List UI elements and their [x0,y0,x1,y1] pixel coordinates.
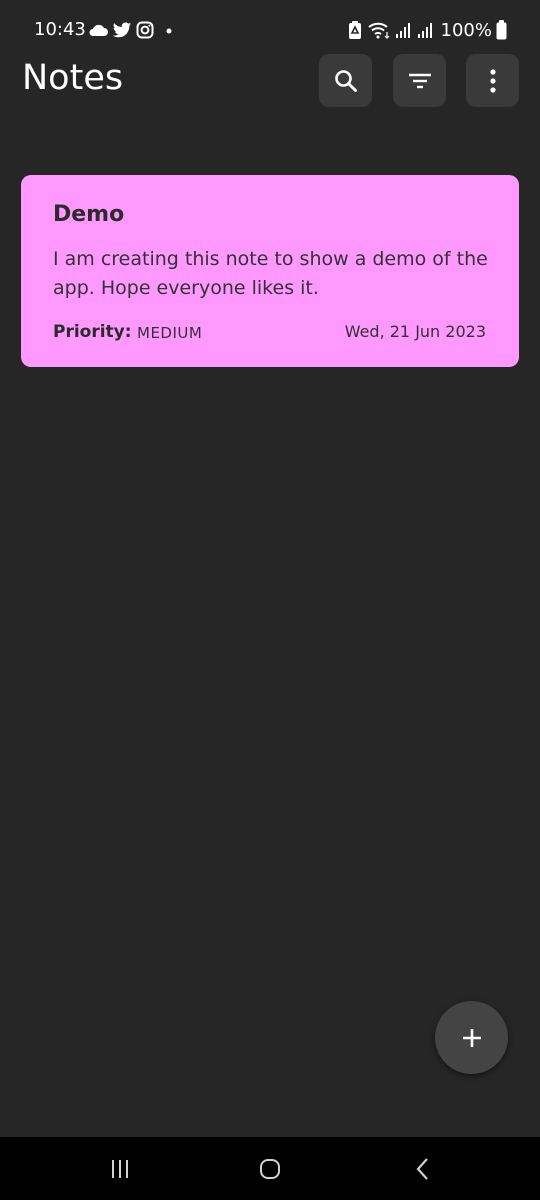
signal-icon [417,23,432,38]
note-card[interactable]: Demo I am creating this note to show a d… [21,175,519,367]
back-icon [416,1157,428,1180]
cloud-icon [89,24,108,36]
instagram-icon [136,21,154,39]
note-date: Wed, 21 Jun 2023 [344,322,486,341]
recents-icon [112,1159,128,1178]
twitter-icon [112,22,132,37]
note-title: Demo [53,202,125,227]
filter-icon [408,73,431,88]
status-system-icons: 100% [347,18,507,42]
signal-icon [395,23,410,38]
status-notification-icons [88,20,176,40]
navigation-bar [0,1137,540,1200]
recents-button[interactable] [90,1137,150,1200]
dot-icon [166,28,172,34]
wifi-icon [367,22,389,39]
more-options-button[interactable] [466,54,519,107]
battery-saver-icon [348,21,361,39]
battery-icon [496,20,507,40]
note-priority-label: Priority: [53,322,132,342]
filter-button[interactable] [393,54,446,107]
search-icon [334,69,357,92]
add-note-button[interactable] [435,1001,508,1074]
more-vertical-icon [489,68,496,93]
status-bar: 10:43 100% [0,0,540,60]
home-button[interactable] [240,1137,300,1200]
search-button[interactable] [319,54,372,107]
home-icon [260,1158,280,1179]
plus-icon [462,1028,481,1047]
note-body: I am creating this note to show a demo o… [53,248,488,299]
back-button[interactable] [393,1137,453,1200]
page-title: Notes [22,58,124,98]
status-time: 10:43 [34,19,86,40]
battery-percentage: 100% [440,19,492,41]
note-priority-value: MEDIUM [137,324,203,342]
